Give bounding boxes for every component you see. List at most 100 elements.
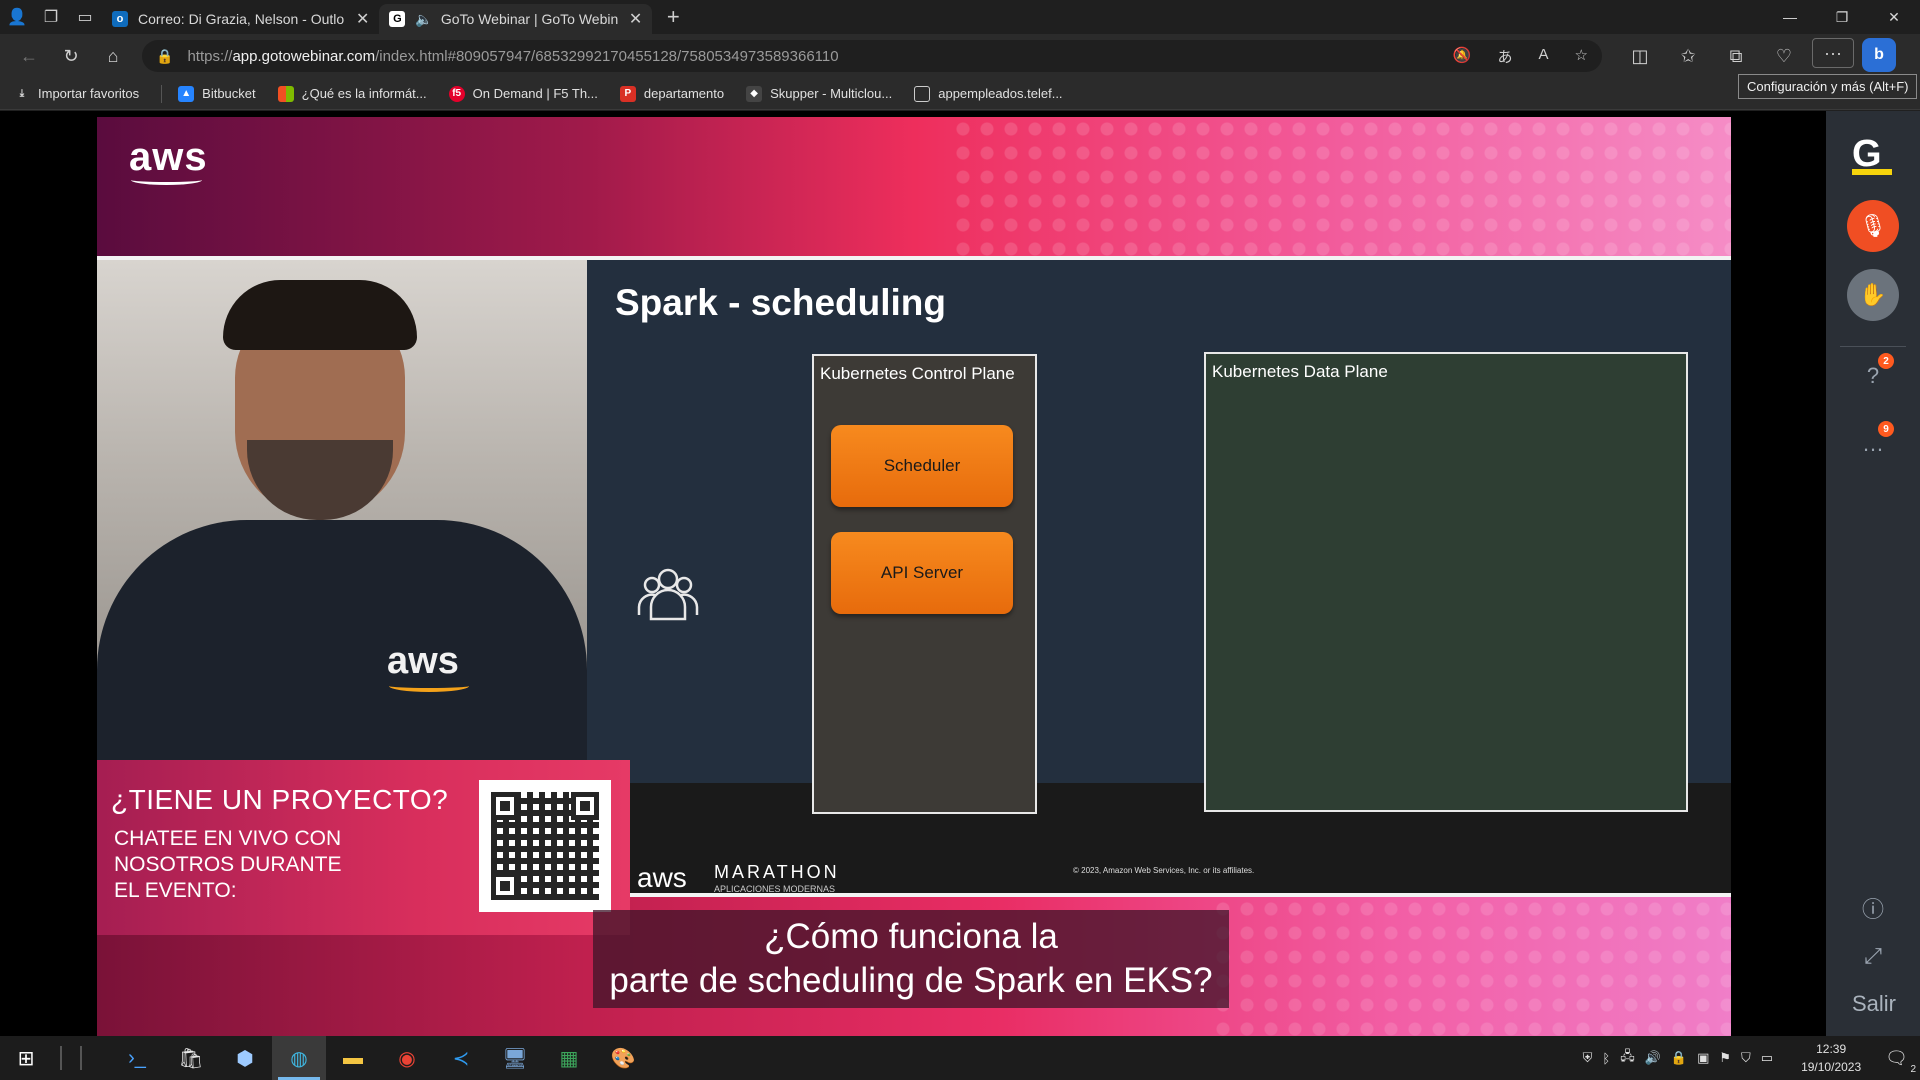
tab-gotowebinar[interactable]: G 🔈 GoTo Webinar | GoTo Webin ✕	[379, 4, 653, 34]
tab-title: GoTo Webinar | GoTo Webin	[440, 11, 619, 27]
shirt-aws-smile	[389, 680, 469, 692]
favorites-bar: ⤓ Importar favoritos ▲ Bitbucket ¿Qué es…	[0, 78, 1920, 110]
notifications-blocked-icon[interactable]: 🔕	[1453, 46, 1472, 67]
security-icon[interactable]: 🔒	[1671, 1050, 1687, 1066]
collections-icon[interactable]: ⧉	[1712, 38, 1760, 74]
close-icon[interactable]: ✕	[356, 9, 369, 29]
favorites-icon[interactable]: ✩	[1664, 38, 1712, 74]
address-bar[interactable]: 🔒 https://app.gotowebinar.com/index.html…	[142, 40, 1602, 72]
message-icon: 🗨	[1885, 1047, 1908, 1068]
aws-logo: aws	[129, 135, 208, 185]
chrome-icon[interactable]: ◉	[380, 1036, 434, 1080]
settings-more-button[interactable]: ···	[1812, 38, 1854, 68]
expand-icon: ⤢	[1864, 943, 1882, 968]
read-aloud-icon[interactable]: A	[1539, 46, 1549, 67]
vscode-icon[interactable]: ≺	[434, 1036, 488, 1080]
clock-date: 19/10/2023	[1801, 1060, 1862, 1074]
file-explorer-icon[interactable]: ▬	[326, 1036, 380, 1080]
dot-pattern	[1211, 897, 1731, 1036]
favorite-skupper[interactable]: ◆ Skupper - Multiclou...	[746, 85, 893, 102]
webinar-video[interactable]: aws aws Spark - scheduling Kubernetes Co…	[97, 117, 1731, 1036]
promo-line: NOSOTROS DURANTE	[114, 853, 342, 876]
questions-badge: 2	[1878, 353, 1894, 369]
powershell-icon[interactable]: ›_	[110, 1036, 164, 1080]
exit-button[interactable]: Salir	[1852, 991, 1896, 1017]
outlook-icon: o	[112, 11, 128, 27]
raise-hand-button[interactable]: ✋	[1847, 269, 1899, 321]
presentation-slide: Spark - scheduling Kubernetes Control Pl…	[587, 260, 1731, 902]
hand-icon: ✋	[1859, 282, 1887, 307]
questions-button[interactable]: ? 2	[1858, 353, 1894, 391]
browser-tab-bar: 👤 ❐ ▭ o Correo: Di Grazia, Nelson - Outl…	[0, 0, 1920, 34]
split-screen-icon[interactable]: ◫	[1616, 38, 1664, 74]
import-icon: ⤓	[19, 88, 25, 99]
edge-icon[interactable]: ◍	[272, 1036, 326, 1080]
top-banner: aws	[97, 117, 1731, 257]
translate-icon[interactable]: あ	[1498, 46, 1513, 67]
windows-start-icon[interactable]: ⊞	[0, 1036, 52, 1080]
qr-pattern	[491, 792, 599, 900]
paint-icon[interactable]: 🎨	[596, 1036, 650, 1080]
battery-icon[interactable]: ▭	[1761, 1050, 1773, 1066]
browser-essentials-icon[interactable]: ♡	[1760, 38, 1808, 74]
store-icon[interactable]: 🛍	[164, 1036, 218, 1080]
close-window-button[interactable]: ✕	[1868, 0, 1920, 34]
remote-desktop-icon[interactable]: 🖥	[488, 1036, 542, 1080]
display-icon[interactable]: ▣	[1697, 1050, 1709, 1066]
promo-line: CHATEE EN VIVO CON	[114, 827, 342, 850]
data-plane-box: Kubernetes Data Plane	[1204, 352, 1688, 812]
favorites-divider	[161, 84, 163, 103]
favorite-appempleados[interactable]: appempleados.telef...	[914, 85, 1063, 102]
notification-center-button[interactable]: 🗨 2	[1885, 1047, 1916, 1075]
spreadsheet-icon[interactable]: ▦	[542, 1036, 596, 1080]
tab-outlook[interactable]: o Correo: Di Grazia, Nelson - Outlo ✕	[102, 4, 379, 34]
network-icon[interactable]: 🖧	[1620, 1047, 1635, 1069]
caption-line: ¿Cómo funciona la	[764, 917, 1058, 956]
fullscreen-button[interactable]: ⤢	[1858, 941, 1888, 971]
refresh-button[interactable]: ↻	[50, 38, 92, 74]
bluetooth-icon[interactable]: ᛒ	[1602, 1051, 1610, 1066]
speaker-icon[interactable]: 🔈	[415, 11, 432, 28]
bing-copilot-icon[interactable]: b	[1862, 38, 1896, 72]
lock-icon[interactable]: 🔒	[156, 48, 173, 65]
presenter-beard	[247, 440, 393, 520]
question-bubble-icon: ?	[1866, 363, 1880, 388]
vpn-icon[interactable]: ⛨	[1583, 1050, 1593, 1066]
info-button[interactable]: ⓘ	[1858, 893, 1888, 923]
virtualbox-icon[interactable]: ⬢	[218, 1036, 272, 1080]
favorite-import[interactable]: ⤓ Importar favoritos	[14, 86, 139, 102]
control-plane-box: Kubernetes Control Plane Scheduler API S…	[812, 354, 1037, 814]
tab-actions-icon[interactable]: ▭	[68, 0, 102, 34]
goto-logo-bar	[1852, 169, 1892, 175]
favorite-bitbucket[interactable]: ▲ Bitbucket	[178, 85, 256, 102]
favorite-f5[interactable]: f5 On Demand | F5 Th...	[448, 85, 598, 102]
minimize-button[interactable]: —	[1764, 0, 1816, 34]
chat-badge: 9	[1878, 421, 1894, 437]
presenter-shirt	[97, 520, 587, 760]
close-icon[interactable]: ✕	[629, 9, 642, 29]
microphone-muted-button[interactable]: 🎙	[1847, 200, 1899, 252]
system-clock[interactable]: 12:39 19/10/2023	[1801, 1040, 1861, 1076]
volume-icon[interactable]: 🔊	[1645, 1050, 1661, 1066]
new-tab-button[interactable]: +	[656, 4, 690, 30]
tab-title: Correo: Di Grazia, Nelson - Outlo	[138, 11, 345, 27]
favorite-label: Bitbucket	[202, 86, 256, 101]
chat-button[interactable]: … 9	[1858, 421, 1894, 459]
favorite-label: Skupper - Multiclou...	[770, 86, 893, 101]
workspaces-icon[interactable]: ❐	[34, 0, 68, 34]
profile-avatar-icon[interactable]: 👤	[0, 0, 34, 34]
promo-text: CHATEE EN VIVO CON NOSOTROS DURANTE EL E…	[114, 826, 434, 904]
restore-button[interactable]: ❐	[1816, 0, 1868, 34]
back-button[interactable]: ←	[8, 38, 50, 74]
qr-code	[479, 780, 611, 912]
windows-taskbar: ⊞ ›_ 🛍 ⬢ ◍ ▬ ◉ ≺ 🖥 ▦ 🎨 ⛨ ᛒ 🖧 🔊 🔒 ▣ ⚑ ⛉ ▭…	[0, 1036, 1920, 1080]
flag-icon[interactable]: ⚑	[1719, 1050, 1731, 1066]
favorite-departamento[interactable]: P departamento	[619, 85, 724, 102]
system-tray: ⛨ ᛒ 🖧 🔊 🔒 ▣ ⚑ ⛉ ▭ 12:39 19/10/2023 🗨 2	[1583, 1040, 1920, 1076]
favorite-star-icon[interactable]: ☆	[1575, 46, 1588, 67]
favorite-que-es[interactable]: ¿Qué es la informát...	[277, 85, 427, 102]
notification-count: 2	[1910, 1063, 1916, 1075]
promo-panel: ¿TIENE UN PROYECTO? CHATEE EN VIVO CON N…	[97, 760, 630, 935]
defender-icon[interactable]: ⛉	[1741, 1050, 1751, 1066]
home-button[interactable]: ⌂	[92, 38, 134, 74]
